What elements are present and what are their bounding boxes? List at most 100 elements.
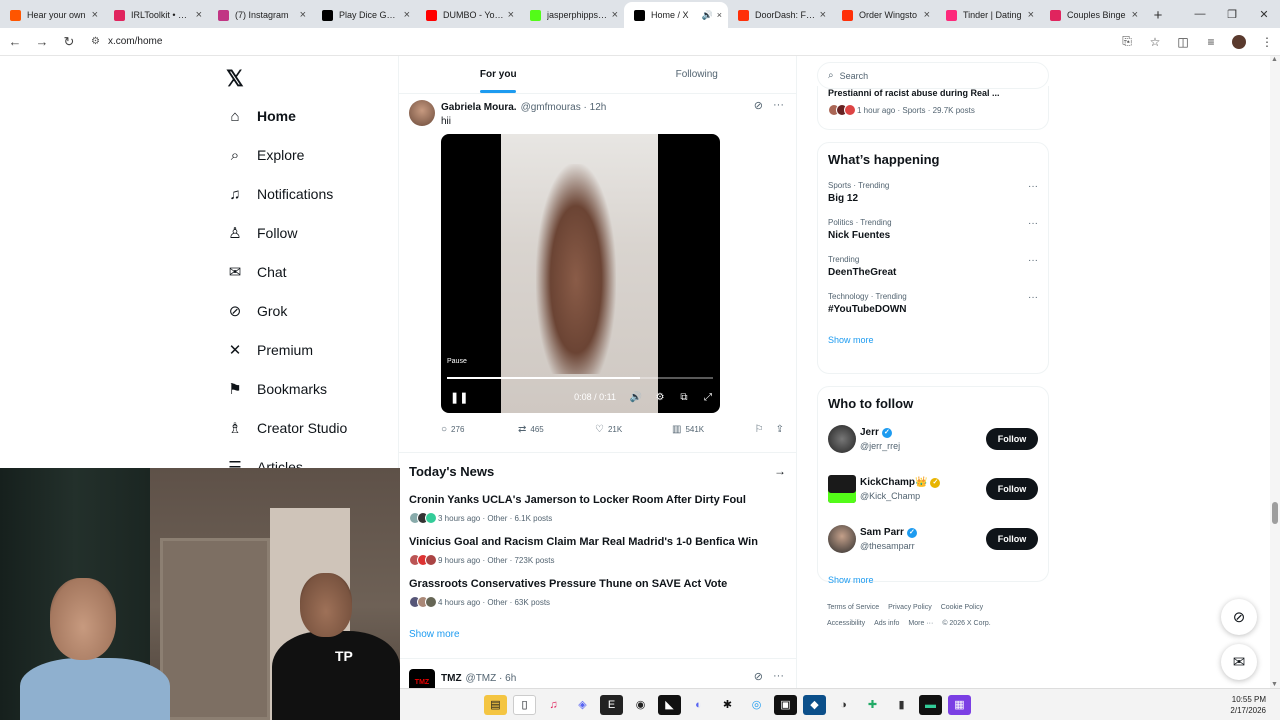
footer-link[interactable]: More ··· [908, 620, 933, 627]
nav-bookmarks[interactable]: ⚑ Bookmarks [226, 374, 327, 404]
page-scrollbar[interactable]: ▲ ▼ [1270, 56, 1280, 688]
video-progress-bar[interactable] [447, 377, 713, 379]
nav-grok[interactable]: ⊘ Grok [226, 296, 288, 326]
close-tab-icon[interactable]: × [92, 9, 98, 21]
grok-icon[interactable]: ⊘ [754, 670, 763, 683]
more-icon[interactable]: ··· [1028, 255, 1038, 266]
volume-icon[interactable]: 🔊 [624, 392, 648, 403]
close-tab-icon[interactable]: × [300, 9, 306, 21]
notepad-icon[interactable]: ▯ [513, 694, 536, 715]
messages-fab-button[interactable]: ✉ [1221, 644, 1257, 680]
restore-icon[interactable]: ❐ [1216, 0, 1248, 28]
cast-icon[interactable]: ⎘ [1115, 30, 1139, 54]
news-headline[interactable]: Vinícius Goal and Racism Claim Mar Real … [409, 535, 786, 549]
obs-icon[interactable]: ◉ [629, 695, 652, 715]
phone-icon[interactable]: ▮ [890, 695, 913, 715]
news-item[interactable]: Vinícius Goal and Racism Claim Mar Real … [409, 535, 786, 567]
app-icon[interactable]: ▣ [774, 694, 797, 715]
browser-tab[interactable]: DUMBO - YouT × [416, 2, 520, 28]
terminal-icon[interactable]: ▬ [919, 694, 942, 715]
avatar[interactable] [828, 425, 856, 453]
close-window-icon[interactable]: ✕ [1248, 0, 1280, 28]
close-tab-icon[interactable]: × [404, 9, 410, 21]
news-show-more-link[interactable]: Show more [409, 629, 786, 640]
share-icon[interactable]: ⇪ [776, 424, 784, 435]
footer-link[interactable]: Ads info [874, 620, 899, 627]
browser-tab[interactable]: Order Wingsto × [832, 2, 936, 28]
epic-games-icon[interactable]: E [600, 694, 623, 715]
new-tab-button[interactable]: + [1144, 2, 1172, 28]
close-tab-icon[interactable]: × [1028, 9, 1034, 21]
scrollbar-thumb[interactable] [1272, 502, 1278, 524]
settings-app-icon[interactable]: ✚ [861, 695, 884, 715]
like-button[interactable]: ♡ 21K [595, 424, 672, 435]
news-item[interactable]: Cronin Yanks UCLA's Jamerson to Locker R… [409, 493, 786, 525]
back-icon[interactable]: ← [3, 30, 27, 54]
browser-tab[interactable]: Couples Binge × [1040, 2, 1144, 28]
minimize-icon[interactable]: — [1184, 0, 1216, 28]
trending-news-title[interactable]: Prestianni of racist abuse during Real .… [828, 88, 1038, 98]
nav-follow[interactable]: ♙ Follow [226, 218, 297, 248]
follow-button[interactable]: Follow [986, 428, 1038, 450]
browser-tab[interactable]: DoorDash: Foo × [728, 2, 832, 28]
scroll-up-icon[interactable]: ▲ [1271, 56, 1278, 63]
more-icon[interactable]: ··· [773, 670, 784, 683]
scroll-down-icon[interactable]: ▼ [1271, 681, 1278, 688]
grok-icon[interactable]: ⊘ [754, 99, 763, 112]
browser-tab[interactable]: jasperphipps St × [520, 2, 624, 28]
browser-tab[interactable]: (7) Instagram × [208, 2, 312, 28]
close-tab-icon[interactable]: × [508, 9, 514, 21]
browser-tab[interactable]: Play Dice Gamb × [312, 2, 416, 28]
close-tab-icon[interactable]: × [196, 9, 202, 21]
reply-button[interactable]: ○ 276 [441, 424, 518, 435]
video-player[interactable]: Pause ❚❚ 0:08 / 0:11 🔊 ⚙ ⧉ ⤢ [441, 134, 720, 413]
forward-icon[interactable]: → [30, 30, 54, 54]
edge-icon[interactable]: ◎ [745, 695, 768, 715]
nav-explore[interactable]: ⌕ Explore [226, 140, 305, 170]
follow-show-more-link[interactable]: Show more [828, 575, 1038, 585]
grok-fab-button[interactable]: ⊘ [1221, 599, 1257, 635]
reload-icon[interactable]: ↻ [57, 30, 81, 54]
post-author-name[interactable]: TMZ [441, 673, 462, 684]
follow-button[interactable]: Follow [986, 478, 1038, 500]
capcut-icon[interactable]: ◣ [658, 694, 681, 715]
split-view-icon[interactable]: ◫ [1171, 30, 1195, 54]
nav-chat[interactable]: ✉ Chat [226, 257, 287, 287]
repost-button[interactable]: ⇄ 465 [518, 424, 595, 435]
post-author-name[interactable]: Gabriela Moura. [441, 102, 517, 113]
close-tab-icon[interactable]: × [717, 10, 722, 20]
close-tab-icon[interactable]: × [820, 9, 826, 21]
tab-for-you[interactable]: For you [399, 56, 598, 93]
arrow-right-icon[interactable]: → [774, 464, 786, 478]
close-tab-icon[interactable]: × [612, 9, 618, 21]
tab-audio-icon[interactable]: 🔊 [702, 10, 713, 21]
follow-button[interactable]: Follow [986, 528, 1038, 550]
follow-suggestion[interactable]: Jerr ✓ @jerr_rrej Follow [828, 417, 1038, 461]
app-icon[interactable]: ✱ [716, 695, 739, 715]
itunes-icon[interactable]: ♫ [542, 695, 565, 715]
site-info-icon[interactable]: ⚙ [91, 36, 100, 47]
picture-in-picture-icon[interactable]: ⧉ [672, 392, 696, 403]
nav-premium[interactable]: ✕ Premium [226, 335, 313, 365]
settings-gear-icon[interactable]: ⚙ [648, 392, 672, 403]
pause-icon[interactable]: ❚❚ [450, 391, 468, 404]
nav-creator-studio[interactable]: ♗ Creator Studio [226, 413, 347, 443]
browser-tab[interactable]: Hear your own × [0, 2, 104, 28]
close-tab-icon[interactable]: × [924, 9, 930, 21]
media-controls-icon[interactable]: ≡ [1199, 30, 1223, 54]
discord-icon[interactable]: ◐ [687, 695, 710, 715]
post-author-handle[interactable]: @TMZ · 6h [466, 673, 517, 684]
news-headline[interactable]: Cronin Yanks UCLA's Jamerson to Locker R… [409, 493, 786, 507]
profile-avatar[interactable] [1227, 30, 1251, 54]
trend-item[interactable]: Politics · Trending Nick Fuentes ··· [828, 218, 1038, 241]
discord-stream-icon[interactable]: ◈ [571, 695, 594, 715]
nav-home[interactable]: ⌂ Home [226, 101, 295, 131]
follow-suggestion[interactable]: KickChamp👑 ✓ @Kick_Champ Follow [828, 467, 1038, 511]
more-icon[interactable]: ··· [1028, 181, 1038, 192]
avatar[interactable] [409, 100, 435, 126]
bookmark-star-icon[interactable]: ☆ [1143, 30, 1167, 54]
browser-menu-icon[interactable]: ⋮ [1255, 30, 1279, 54]
chrome-like-icon[interactable]: ◑ [832, 695, 855, 715]
file-explorer-icon[interactable]: ▤ [484, 694, 507, 715]
follow-suggestion[interactable]: Sam Parr ✓ @thesamparr Follow [828, 517, 1038, 561]
